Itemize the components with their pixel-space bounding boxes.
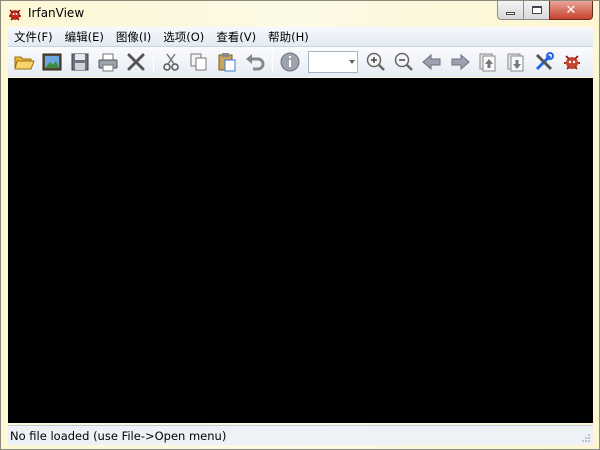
- save-button[interactable]: [66, 48, 94, 76]
- exit-irfanview-icon: [564, 55, 580, 70]
- copy-icon: [190, 53, 207, 71]
- zoom-out-icon: [394, 52, 413, 71]
- zoom-dropdown[interactable]: [308, 51, 358, 73]
- menu-help[interactable]: 帮助(H): [262, 27, 315, 47]
- info-icon: [280, 52, 300, 72]
- first-page-icon: [479, 53, 496, 72]
- zoom-in-button[interactable]: [362, 48, 390, 76]
- title-bar[interactable]: IrfanView ✕: [1, 1, 599, 27]
- print-button[interactable]: [94, 48, 122, 76]
- caption-buttons: ✕: [497, 1, 593, 20]
- status-text: No file loaded (use File->Open menu): [10, 428, 227, 443]
- open-button[interactable]: [10, 48, 38, 76]
- minimize-button[interactable]: [497, 1, 523, 20]
- last-page-button[interactable]: [502, 48, 530, 76]
- zoom-in-icon: [366, 52, 385, 71]
- cut-icon: [163, 53, 179, 71]
- window-title: IrfanView: [28, 6, 85, 20]
- print-icon: [98, 53, 118, 72]
- close-button[interactable]: ✕: [549, 1, 593, 20]
- open-folder-icon: [14, 56, 35, 70]
- zoom-out-button[interactable]: [390, 48, 418, 76]
- delete-icon: [127, 53, 145, 71]
- maximize-icon: [531, 6, 542, 14]
- minimize-icon: [506, 11, 515, 15]
- toolbar-separator: [272, 51, 273, 73]
- last-page-icon: [507, 53, 524, 72]
- maximize-button[interactable]: [523, 1, 549, 20]
- menu-options[interactable]: 选项(O): [157, 27, 210, 47]
- menu-image[interactable]: 图像(I): [110, 27, 157, 47]
- undo-icon: [246, 54, 265, 71]
- first-page-button[interactable]: [474, 48, 502, 76]
- menu-file[interactable]: 文件(F): [8, 27, 59, 47]
- delete-button[interactable]: [122, 48, 150, 76]
- previous-icon: [422, 53, 441, 71]
- close-icon: ✕: [565, 2, 577, 18]
- slideshow-button[interactable]: [38, 48, 66, 76]
- undo-button[interactable]: [241, 48, 269, 76]
- copy-button[interactable]: [185, 48, 213, 76]
- irfanview-window: IrfanView ✕ 文件(F) 编辑(E) 图像(I) 选项(O) 查看(V…: [0, 0, 600, 450]
- slideshow-icon: [42, 53, 62, 71]
- toolbar-separator: [153, 51, 154, 73]
- resize-grip-icon[interactable]: [581, 433, 591, 443]
- previous-button[interactable]: [418, 48, 446, 76]
- properties-tools-icon: [535, 52, 554, 71]
- paste-icon: [218, 53, 236, 72]
- menu-bar: 文件(F) 编辑(E) 图像(I) 选项(O) 查看(V) 帮助(H): [8, 27, 593, 47]
- status-bar: No file loaded (use File->Open menu): [8, 425, 593, 445]
- toolbar: [8, 47, 593, 77]
- info-button[interactable]: [276, 48, 304, 76]
- exit-button[interactable]: [558, 48, 586, 76]
- image-canvas[interactable]: [8, 78, 593, 423]
- menu-edit[interactable]: 编辑(E): [59, 27, 110, 47]
- chevron-down-icon: [349, 60, 355, 64]
- save-icon: [71, 53, 89, 71]
- properties-button[interactable]: [530, 48, 558, 76]
- cut-button[interactable]: [157, 48, 185, 76]
- irfanview-app-icon[interactable]: [7, 6, 23, 22]
- next-button[interactable]: [446, 48, 474, 76]
- next-icon: [451, 53, 470, 71]
- paste-button[interactable]: [213, 48, 241, 76]
- menu-view[interactable]: 查看(V): [210, 27, 262, 47]
